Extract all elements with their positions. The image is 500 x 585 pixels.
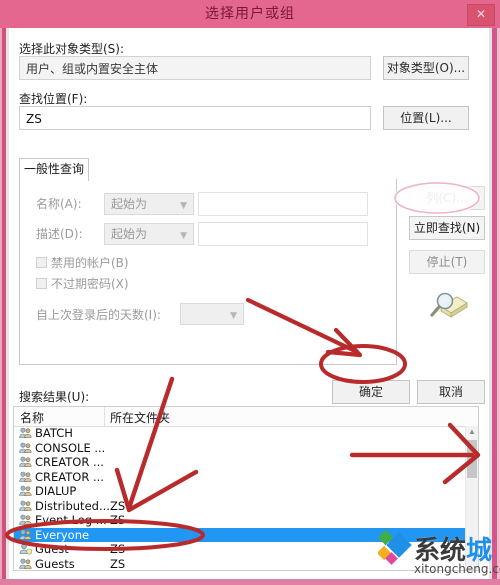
common-query-panel: 名称(A): 起始为 ▼ 描述(D): 起始为 ▼ 禁用的帐户(B) 不过期密码… <box>19 179 397 365</box>
non-expiring-password-checkbox[interactable] <box>36 278 47 289</box>
table-row[interactable]: DIALUP <box>14 484 465 499</box>
watermark: 系统城 xitongcheng.com <box>376 528 500 585</box>
group-icon <box>19 529 32 541</box>
disabled-accounts-checkbox[interactable] <box>36 257 47 268</box>
column-divider <box>104 407 105 426</box>
row-name: CONSOLE ... <box>35 440 106 455</box>
row-name: Guest <box>35 542 69 556</box>
window-border-left <box>0 28 9 585</box>
window-border-right <box>489 28 500 585</box>
table-row[interactable]: CREATOR ... <box>14 455 465 470</box>
window-title: 选择用户或组 <box>205 6 295 22</box>
group-icon <box>19 456 32 468</box>
search-results-label: 搜索结果(U): <box>19 390 90 404</box>
tab-strip-filler <box>86 158 397 181</box>
location-label: 查找位置(F): <box>19 92 88 106</box>
name-label: 名称(A): <box>36 197 82 211</box>
days-since-logon-label: 自上次登录后的天数(I): <box>36 308 161 322</box>
chevron-down-icon: ▼ <box>180 231 187 241</box>
group-icon <box>19 471 32 483</box>
row-name: Everyone <box>35 527 90 542</box>
name-condition-value: 起始为 <box>111 197 148 211</box>
table-row[interactable]: BATCH <box>14 426 465 441</box>
table-row[interactable]: Event Log ... ZS <box>14 513 465 528</box>
dialog-client-area: 选择此对象类型(S): 用户、组或内置安全主体 对象类型(O)... 查找位置(… <box>9 28 489 579</box>
row-name: Event Log ... <box>35 513 107 527</box>
row-name: DIALUP <box>35 484 77 498</box>
title-bar: 选择用户或组 ✕ <box>0 0 500 28</box>
non-expiring-password-label: 不过期密码(X) <box>51 277 129 291</box>
object-types-button[interactable]: 对象类型(O)... <box>383 56 469 80</box>
watermark-url: xitongcheng.com <box>414 562 500 576</box>
object-type-label: 选择此对象类型(S): <box>19 42 125 56</box>
scroll-up-icon[interactable]: ▲ <box>466 426 478 438</box>
row-name: BATCH <box>35 426 73 440</box>
row-folder: ZS <box>110 556 126 571</box>
group-icon <box>19 442 32 454</box>
ok-button[interactable]: 确定 <box>332 380 410 404</box>
row-folder: ZS <box>110 513 126 527</box>
table-row[interactable]: CREATOR ... <box>14 470 465 485</box>
location-field[interactable]: ZS <box>19 106 371 130</box>
xitongcheng-logo-icon <box>376 529 412 565</box>
scrollbar-thumb[interactable] <box>467 440 477 478</box>
stop-button[interactable]: 停止(T) <box>409 250 485 274</box>
row-name: Guests <box>35 556 75 571</box>
tab-common-query[interactable]: 一般性查询 <box>19 158 89 181</box>
search-folder-icon <box>427 290 469 324</box>
row-folder: ZS <box>110 542 126 556</box>
description-condition-value: 起始为 <box>111 227 148 241</box>
name-condition-dropdown[interactable]: 起始为 ▼ <box>104 193 194 215</box>
description-label: 描述(D): <box>36 227 83 241</box>
table-row[interactable]: Distributed... ZS <box>14 499 465 514</box>
user-icon <box>19 543 33 555</box>
object-type-field[interactable]: 用户、组或内置安全主体 <box>19 56 371 80</box>
locations-button[interactable]: 位置(L)... <box>383 106 469 130</box>
description-input[interactable] <box>198 222 368 246</box>
find-now-button[interactable]: 立即查找(N) <box>409 216 485 240</box>
results-header-row: 名称 所在文件夹 <box>14 407 478 427</box>
group-icon <box>19 558 32 570</box>
dialog-window: 选择用户或组 ✕ 选择此对象类型(S): 用户、组或内置安全主体 对象类型(O)… <box>0 0 500 585</box>
table-row[interactable]: CONSOLE ... <box>14 441 465 456</box>
chevron-down-icon: ▼ <box>230 311 237 321</box>
chevron-down-icon: ▼ <box>180 201 187 211</box>
group-icon <box>19 500 32 512</box>
description-condition-dropdown[interactable]: 起始为 ▼ <box>104 223 194 245</box>
group-icon <box>19 514 32 526</box>
days-since-logon-dropdown[interactable]: ▼ <box>180 303 244 325</box>
column-header-folder[interactable]: 所在文件夹 <box>110 409 170 426</box>
row-name: Distributed... <box>35 498 110 513</box>
tab-strip: 一般性查询 <box>19 158 397 181</box>
row-name: CREATOR ... <box>35 455 104 469</box>
name-input[interactable] <box>198 192 368 216</box>
row-name: CREATOR ... <box>35 469 104 484</box>
group-icon <box>19 485 32 497</box>
columns-button[interactable]: 列(C)... <box>409 186 485 210</box>
disabled-accounts-label: 禁用的帐户(B) <box>51 256 129 270</box>
cancel-button[interactable]: 取消 <box>417 380 485 404</box>
row-folder: ZS <box>110 498 126 513</box>
close-icon[interactable]: ✕ <box>467 4 495 26</box>
column-header-name[interactable]: 名称 <box>20 409 44 426</box>
group-icon <box>19 427 32 439</box>
